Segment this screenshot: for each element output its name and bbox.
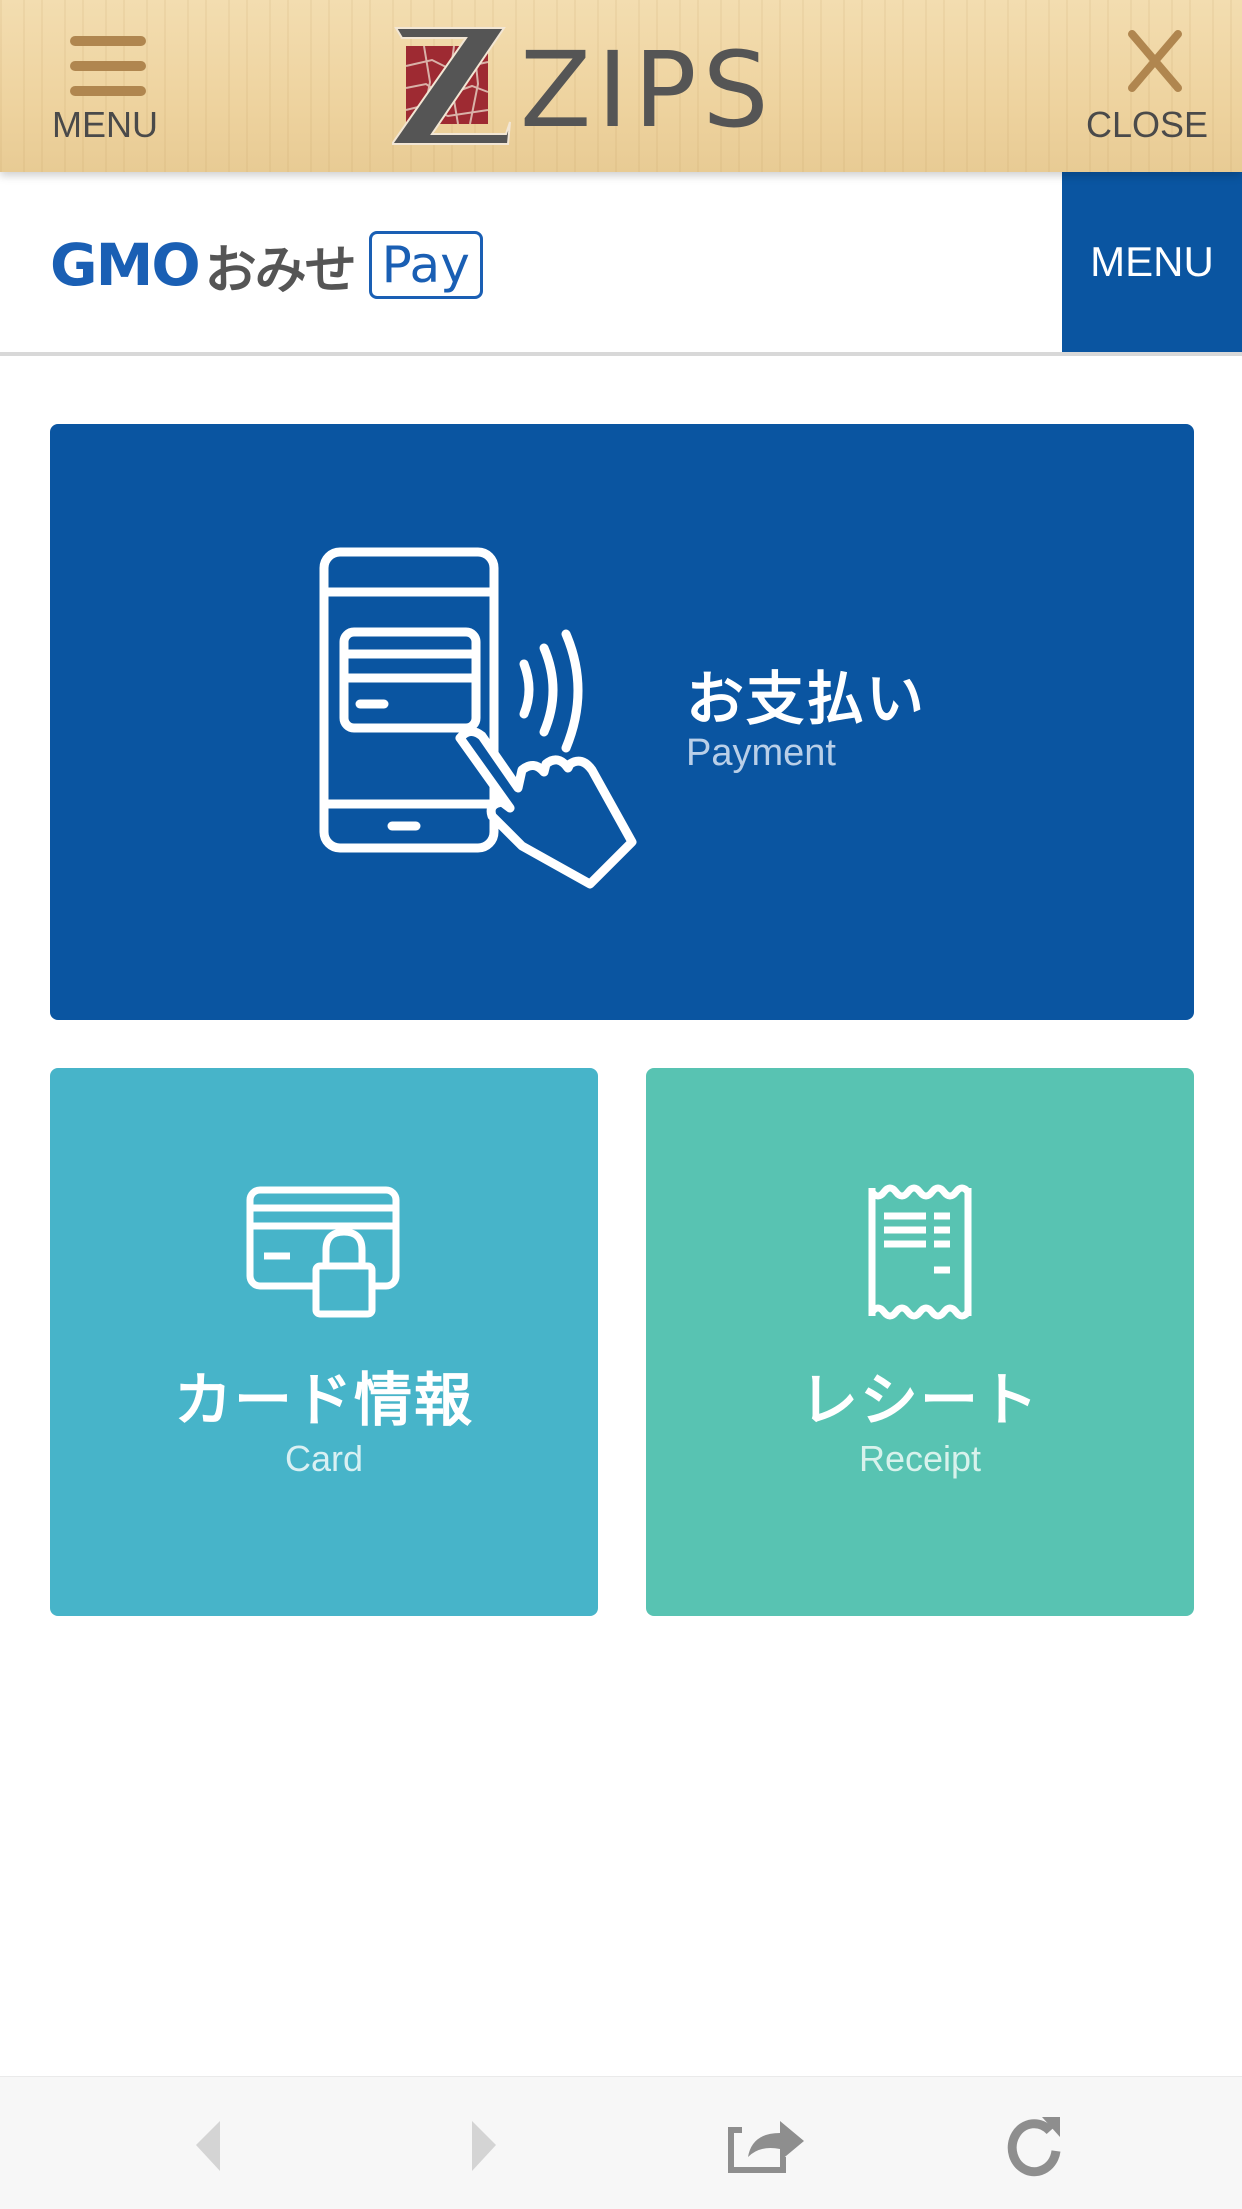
reload-icon[interactable]	[1006, 2113, 1066, 2177]
app-top-bar: MENU ZIPS CLOSE	[0, 0, 1242, 172]
payment-tile[interactable]: お支払い Payment	[50, 424, 1194, 1020]
receipt-title: レシート	[799, 1368, 1040, 1433]
receipt-subtitle: Receipt	[858, 1438, 982, 1479]
receipt-icon	[868, 1184, 972, 1320]
browser-toolbar	[0, 2076, 1242, 2209]
top-menu-button[interactable]: MENU	[40, 28, 180, 148]
share-icon[interactable]	[722, 2113, 812, 2177]
card-lock-icon	[246, 1186, 400, 1318]
logo-text: ZIPS	[520, 29, 775, 151]
brand-omise: おみせ	[204, 241, 357, 300]
brand-gmo: GMO	[50, 231, 201, 299]
back-arrow-icon[interactable]	[176, 2113, 236, 2177]
hamburger-icon	[70, 36, 146, 111]
close-button[interactable]: CLOSE	[1080, 28, 1230, 148]
close-icon	[1128, 30, 1182, 92]
close-label: CLOSE	[1086, 104, 1209, 145]
card-title: カード情報	[173, 1368, 474, 1433]
zips-z-emblem-icon	[392, 27, 511, 145]
gmo-omise-pay-logo: GMO おみせ Pay	[50, 230, 483, 300]
receipt-tile[interactable]: レシート Receipt	[646, 1068, 1194, 1616]
card-subtitle: Card	[284, 1438, 364, 1479]
payment-subtitle: Payment	[686, 732, 836, 774]
brand-pay-badge: Pay	[368, 231, 483, 299]
phone-tap-payment-icon	[319, 547, 637, 889]
top-menu-label: MENU	[52, 104, 158, 145]
service-menu-button[interactable]: MENU	[1062, 172, 1242, 352]
service-header: GMO おみせ Pay MENU	[0, 172, 1242, 356]
payment-title: お支払い	[686, 667, 927, 732]
forward-arrow-icon[interactable]	[460, 2113, 520, 2177]
zips-logo: ZIPS	[392, 26, 852, 146]
card-info-tile[interactable]: カード情報 Card	[50, 1068, 598, 1616]
